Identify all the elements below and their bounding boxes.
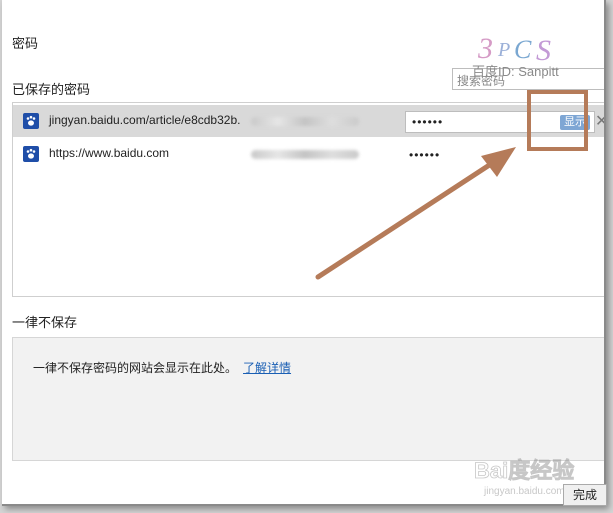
svg-text:3: 3 bbox=[477, 32, 493, 65]
baidu-watermark-text: Bai度经验 bbox=[474, 458, 574, 483]
done-button[interactable]: 完成 bbox=[563, 484, 607, 506]
logo-watermark: 3 P C S 百度ID: Sanpitt bbox=[472, 32, 559, 79]
svg-text:C: C bbox=[514, 35, 532, 64]
watermark-id-text: 百度ID: Sanpitt bbox=[472, 64, 559, 79]
svg-text:P: P bbox=[497, 39, 510, 61]
svg-text:S: S bbox=[536, 34, 551, 67]
page: 密码 已保存的密码 搜索密码 jingyan.baidu.com/article… bbox=[0, 0, 613, 513]
baidu-watermark-url: jingyan.baidu.com bbox=[483, 486, 565, 497]
